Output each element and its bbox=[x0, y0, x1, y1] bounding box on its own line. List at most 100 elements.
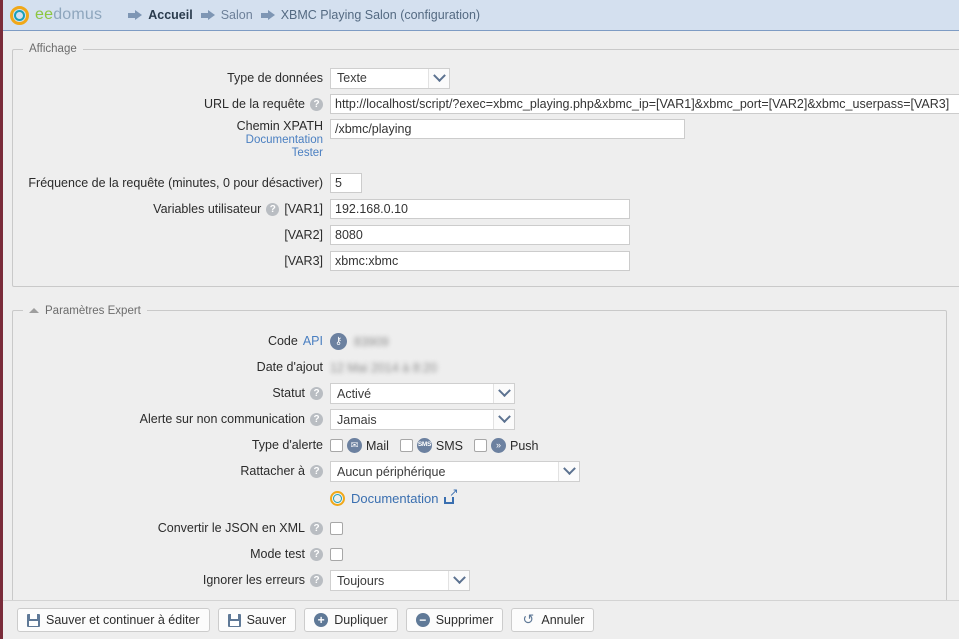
help-icon[interactable]: ? bbox=[266, 202, 280, 216]
xpath-label-stack: Chemin XPATH Documentation Tester bbox=[237, 119, 323, 160]
row-alert-type: Type d'alerte ✉ Mail SMS SMS » Push bbox=[13, 435, 946, 457]
json-to-xml-checkbox[interactable] bbox=[330, 522, 343, 535]
expert-legend-inner: Paramètres Expert bbox=[29, 305, 141, 317]
row-json-to-xml: Convertir le JSON en XML ? bbox=[13, 518, 946, 540]
url-label-text: URL de la requête bbox=[204, 96, 305, 111]
alert-mail-checkbox[interactable] bbox=[330, 439, 343, 452]
alert-option-mail[interactable]: ✉ Mail bbox=[330, 438, 389, 453]
attach-to-value: Aucun périphérique bbox=[337, 464, 446, 479]
status-label: Statut ? bbox=[13, 386, 330, 401]
logo-ee-text: ee bbox=[35, 6, 54, 23]
api-code-value: 83909 bbox=[354, 334, 389, 349]
row-url: URL de la requête ? bbox=[13, 93, 959, 115]
help-icon[interactable]: ? bbox=[310, 465, 323, 478]
xpath-tester-link[interactable]: Tester bbox=[292, 147, 323, 160]
ignore-errors-select[interactable]: Toujours bbox=[330, 570, 470, 591]
alert-option-push[interactable]: » Push bbox=[474, 438, 539, 453]
no-comm-alert-select[interactable]: Jamais bbox=[330, 409, 515, 430]
expert-fieldset-legend[interactable]: Paramètres Expert bbox=[23, 304, 147, 317]
frequency-input[interactable] bbox=[330, 173, 362, 193]
row-frequency: Fréquence de la requête (minutes, 0 pour… bbox=[13, 172, 959, 194]
breadcrumb-item-salon[interactable]: Salon bbox=[221, 8, 253, 22]
frequency-label: Fréquence de la requête (minutes, 0 pour… bbox=[28, 175, 323, 190]
alert-mail-label: Mail bbox=[366, 438, 389, 453]
var1-key: [VAR1] bbox=[284, 201, 323, 216]
duplicate-label: Dupliquer bbox=[334, 613, 388, 627]
data-type-label: Type de données bbox=[227, 70, 323, 85]
display-fieldset-legend: Affichage bbox=[23, 43, 83, 55]
alert-sms-label: SMS bbox=[435, 438, 464, 453]
breadcrumb: Accueil Salon XBMC Playing Salon (config… bbox=[128, 8, 483, 22]
api-code-label: Code API bbox=[13, 334, 330, 349]
attach-to-select[interactable]: Aucun périphérique bbox=[330, 461, 580, 482]
test-mode-label-text: Mode test bbox=[250, 547, 305, 561]
alert-sms-checkbox[interactable] bbox=[399, 439, 413, 452]
arrow-right-icon bbox=[200, 9, 215, 21]
duplicate-button[interactable]: + Dupliquer bbox=[304, 608, 398, 632]
xpath-label-text: Chemin XPATH bbox=[236, 119, 323, 133]
xpath-documentation-link[interactable]: Documentation bbox=[246, 134, 323, 147]
user-variables-label-text: Variables utilisateur bbox=[153, 201, 262, 216]
save-and-continue-button[interactable]: Sauver et continuer à éditer bbox=[17, 608, 210, 632]
row-api-code: Code API ⚷ 83909 bbox=[13, 331, 946, 353]
help-icon[interactable]: ? bbox=[310, 413, 323, 426]
help-icon[interactable]: ? bbox=[310, 574, 323, 587]
var2-input[interactable] bbox=[330, 225, 630, 245]
var1-input[interactable] bbox=[330, 199, 630, 219]
configuration-form: Affichage Type de données Texte URL de l… bbox=[0, 31, 959, 607]
help-icon[interactable]: ? bbox=[310, 387, 323, 400]
key-icon: ⚷ bbox=[330, 333, 347, 350]
data-type-select[interactable]: Texte bbox=[330, 67, 450, 89]
no-comm-alert-label-text: Alerte sur non communication bbox=[139, 412, 305, 426]
expert-legend-label: Paramètres Expert bbox=[45, 304, 141, 317]
help-icon[interactable]: ? bbox=[310, 548, 323, 561]
row-no-comm-alert: Alerte sur non communication ? Jamais bbox=[13, 409, 946, 431]
row-ignore-errors: Ignorer les erreurs ? Toujours bbox=[13, 570, 946, 592]
xpath-input[interactable] bbox=[330, 119, 685, 139]
status-value: Activé bbox=[337, 386, 372, 401]
status-label-text: Statut bbox=[272, 386, 305, 400]
json-to-xml-label: Convertir le JSON en XML ? bbox=[13, 521, 330, 536]
url-input[interactable] bbox=[330, 94, 959, 114]
display-legend-label: Affichage bbox=[29, 43, 77, 55]
delete-button[interactable]: − Supprimer bbox=[405, 608, 504, 632]
api-link[interactable]: API bbox=[303, 335, 323, 348]
user-variables-label: Variables utilisateur ? [VAR1] bbox=[13, 202, 330, 217]
data-type-value: Texte bbox=[337, 71, 367, 85]
date-added-value: 12 Mai 2014 à 8:20 bbox=[330, 360, 438, 375]
row-xpath: Chemin XPATH Documentation Tester bbox=[13, 119, 959, 160]
help-icon[interactable]: ? bbox=[310, 97, 323, 111]
ignore-errors-label: Ignorer les erreurs ? bbox=[13, 573, 330, 588]
alert-option-sms[interactable]: SMS SMS bbox=[399, 438, 464, 453]
test-mode-label: Mode test ? bbox=[13, 547, 330, 562]
row-var1: Variables utilisateur ? [VAR1] bbox=[13, 198, 959, 220]
save-button[interactable]: Sauver bbox=[217, 608, 297, 632]
triangle-up-icon[interactable] bbox=[29, 308, 39, 313]
no-comm-alert-value: Jamais bbox=[337, 412, 377, 427]
cancel-button[interactable]: ↺ Annuler bbox=[511, 608, 595, 632]
logo-wordmark: eedomus bbox=[35, 6, 102, 24]
save-and-continue-label: Sauver et continuer à éditer bbox=[46, 613, 200, 627]
alert-type-label: Type d'alerte bbox=[251, 438, 323, 452]
expert-fieldset: Paramètres Expert Code API ⚷ 83909 Date … bbox=[12, 304, 947, 607]
breadcrumb-item-accueil[interactable]: Accueil bbox=[148, 8, 192, 22]
var3-key-label: [VAR3] bbox=[284, 253, 323, 268]
eedomus-logo[interactable]: eedomus bbox=[10, 5, 102, 25]
alert-push-checkbox[interactable] bbox=[474, 439, 488, 452]
mail-icon: ✉ bbox=[347, 438, 362, 453]
chevron-down-icon bbox=[493, 384, 514, 403]
status-select[interactable]: Activé bbox=[330, 383, 515, 404]
var2-key-label: [VAR2] bbox=[284, 227, 323, 242]
eedomus-ring-icon bbox=[10, 5, 29, 25]
help-icon[interactable]: ? bbox=[310, 522, 323, 535]
delete-label: Supprimer bbox=[435, 613, 494, 627]
test-mode-checkbox[interactable] bbox=[330, 548, 343, 561]
row-status: Statut ? Activé bbox=[13, 383, 946, 405]
chevron-down-icon bbox=[448, 571, 469, 590]
documentation-link[interactable]: Documentation bbox=[351, 491, 438, 506]
var3-input[interactable] bbox=[330, 251, 630, 271]
alert-push-label: Push bbox=[510, 438, 539, 453]
sms-icon: SMS bbox=[416, 438, 432, 453]
breadcrumb-item-current: XBMC Playing Salon (configuration) bbox=[280, 8, 481, 22]
documentation-link-group[interactable]: Documentation bbox=[330, 488, 458, 506]
